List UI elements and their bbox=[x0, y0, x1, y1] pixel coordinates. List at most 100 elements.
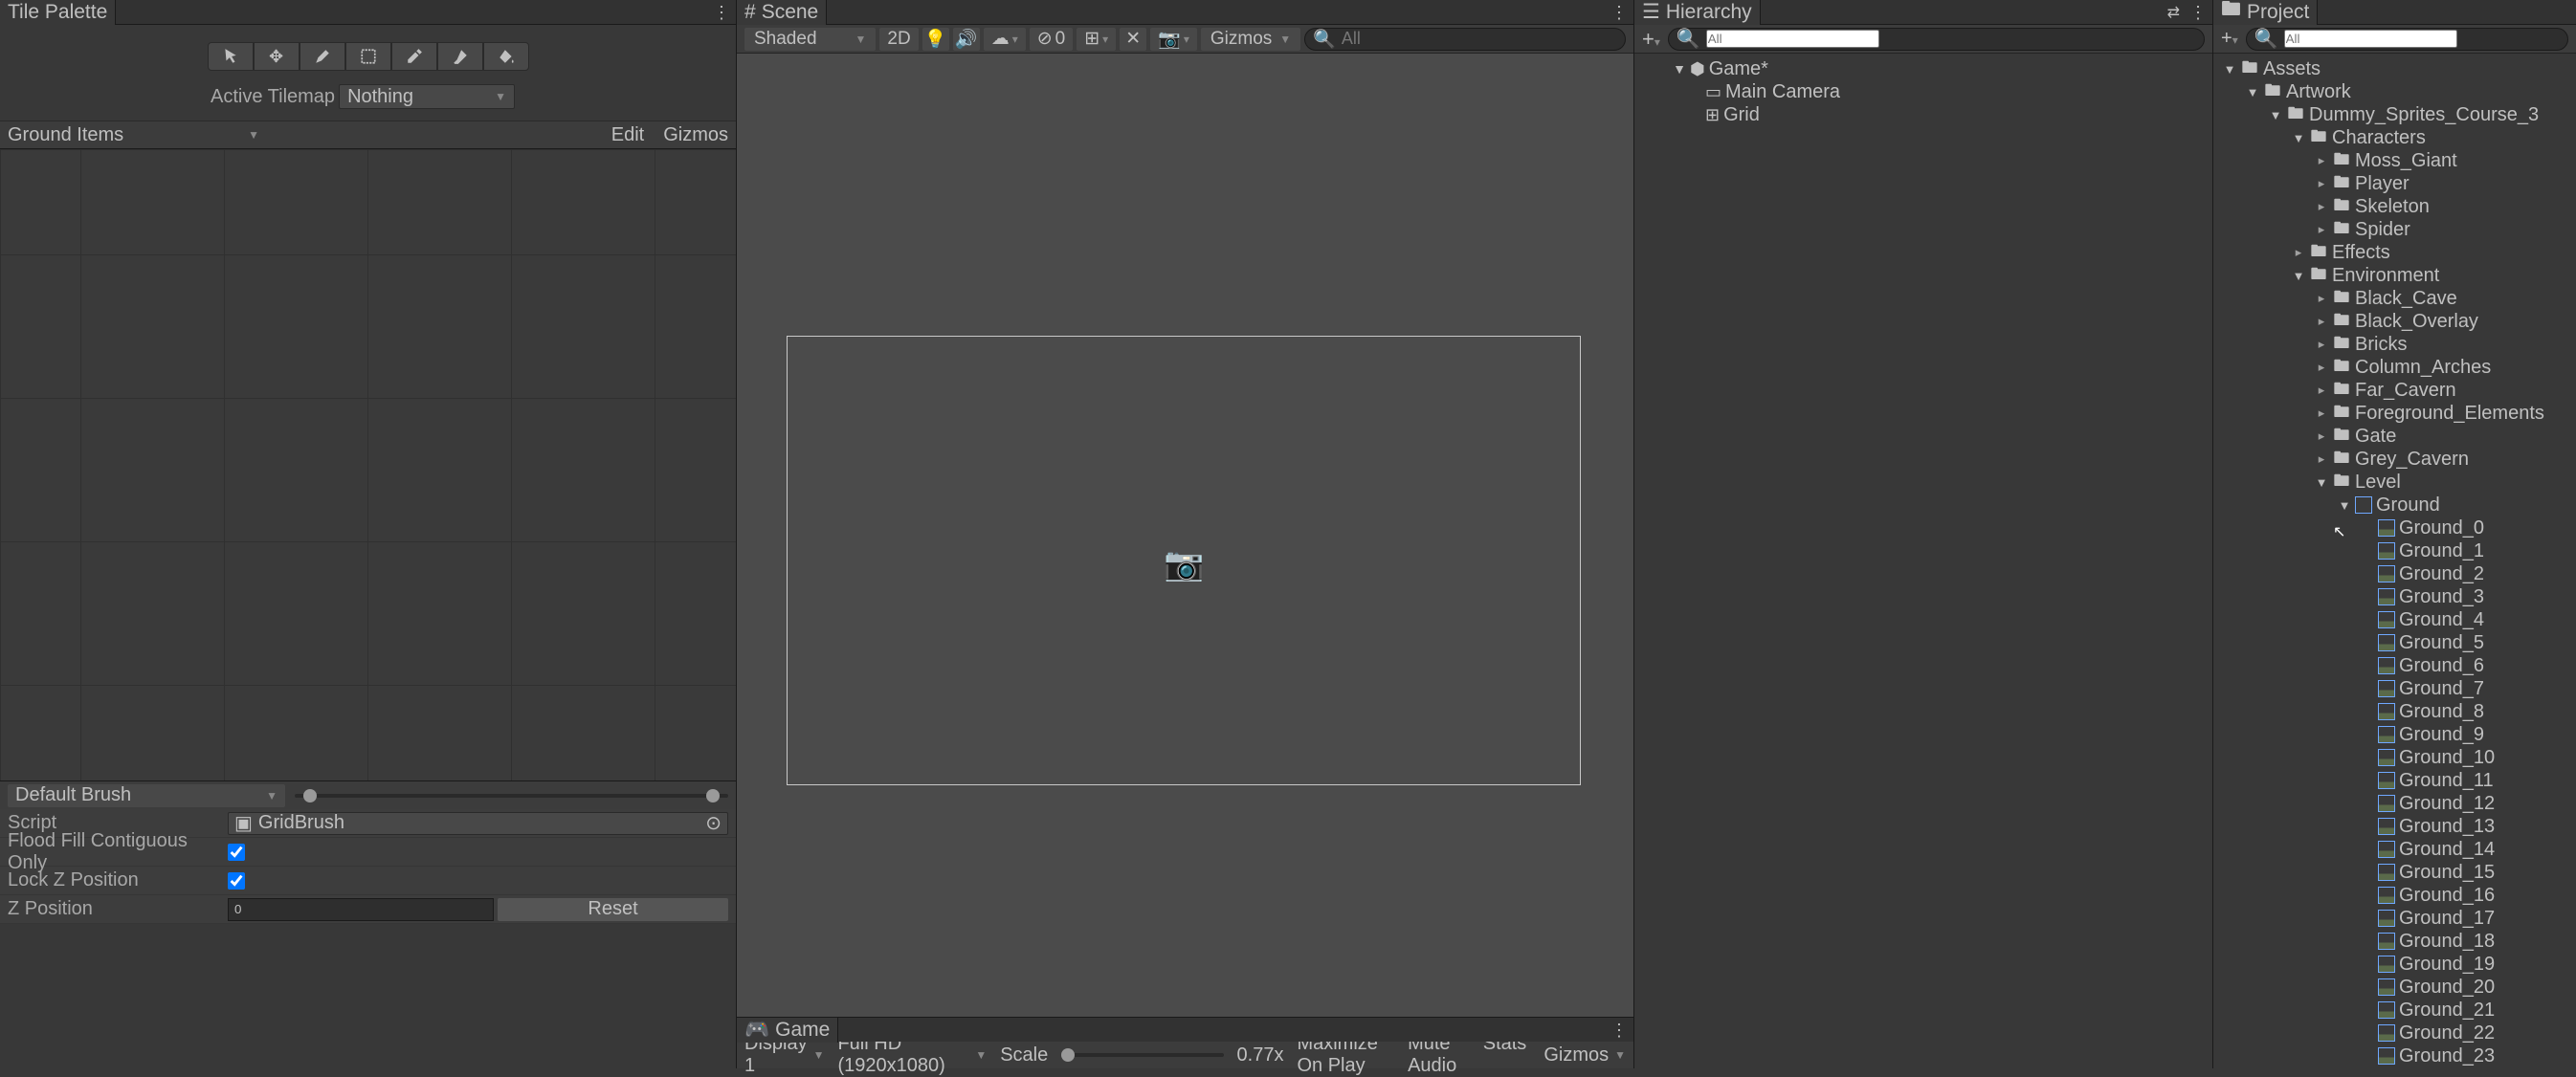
fold-icon[interactable]: ▸ bbox=[2315, 199, 2328, 214]
tab-tile-palette[interactable]: Tile Palette bbox=[0, 0, 116, 25]
box-tool-button[interactable] bbox=[345, 42, 391, 71]
fold-icon[interactable]: ▸ bbox=[2315, 153, 2328, 168]
project-tree-item[interactable]: ▼🖿Dummy_Sprites_Course_3 bbox=[2213, 103, 2576, 126]
project-tree-item[interactable]: ▸🖿Effects bbox=[2213, 241, 2576, 264]
ground-sprite[interactable]: Ground_6 bbox=[2213, 654, 2576, 677]
scene-row[interactable]: ▼ ⬢ Game* ⋮ bbox=[1634, 57, 2212, 80]
ground-sprite[interactable]: Ground_19 bbox=[2213, 953, 2576, 976]
object-picker-icon[interactable]: ⊙ bbox=[705, 811, 722, 835]
eraser-tool-button[interactable] bbox=[437, 42, 483, 71]
project-tree-item[interactable]: ▸🖿Spider bbox=[2213, 218, 2576, 241]
hierarchy-item[interactable]: ▭ Main Camera bbox=[1634, 80, 2212, 103]
ground-sprite[interactable]: Ground_11 bbox=[2213, 769, 2576, 792]
ground-sprite[interactable]: Ground_13 bbox=[2213, 815, 2576, 838]
ground-sprite[interactable]: Ground_15 bbox=[2213, 861, 2576, 884]
ground-sprite[interactable]: Ground_17 bbox=[2213, 907, 2576, 930]
fold-icon[interactable]: ▸ bbox=[2315, 406, 2328, 421]
gizmos-toggle[interactable]: Gizmos bbox=[663, 124, 728, 146]
fx-dropdown[interactable]: ☁▾ bbox=[984, 28, 1026, 51]
gizmos-dropdown[interactable]: Gizmos▼ bbox=[1201, 28, 1300, 51]
project-tree-item[interactable]: ▸🖿Far_Cavern bbox=[2213, 379, 2576, 402]
fold-icon[interactable]: ▸ bbox=[2315, 337, 2328, 352]
fold-icon[interactable]: ▼ bbox=[2246, 85, 2259, 99]
fold-icon[interactable]: ▼ bbox=[1673, 61, 1686, 77]
fold-icon[interactable]: ▼ bbox=[2223, 62, 2236, 77]
fold-icon[interactable]: ▼ bbox=[2315, 475, 2328, 490]
fold-icon[interactable]: ▸ bbox=[2315, 360, 2328, 375]
project-tree-item[interactable]: ▸🖿Skeleton bbox=[2213, 195, 2576, 218]
fold-icon[interactable]: ▸ bbox=[2315, 314, 2328, 329]
panel-menu-icon[interactable]: ⋮ bbox=[713, 0, 730, 25]
panel-menu-icon[interactable]: ⋮ bbox=[2189, 0, 2207, 25]
grid-dropdown[interactable]: ⊞▾ bbox=[1077, 28, 1116, 51]
audio-toggle[interactable]: 🔊 bbox=[953, 28, 980, 51]
fold-icon[interactable]: ▼ bbox=[2292, 131, 2305, 145]
reset-button[interactable]: Reset bbox=[498, 898, 728, 921]
project-tree-item[interactable]: ▸🖿Black_Overlay bbox=[2213, 310, 2576, 333]
ground-sprite[interactable]: Ground_7 bbox=[2213, 677, 2576, 700]
ground-sprite[interactable]: Ground_23 bbox=[2213, 1044, 2576, 1067]
ground-sprite[interactable]: Ground_10 bbox=[2213, 746, 2576, 769]
ground-sprite[interactable]: Ground_1 bbox=[2213, 539, 2576, 562]
project-tree-item[interactable]: ▸🖿Player bbox=[2213, 172, 2576, 195]
ground-sprite[interactable]: Ground_18 bbox=[2213, 930, 2576, 953]
project-tree-item[interactable]: ▸🖿Grey_Cavern bbox=[2213, 448, 2576, 471]
fold-icon[interactable]: ▸ bbox=[2315, 451, 2328, 467]
ground-sprite[interactable]: Ground_20 bbox=[2213, 976, 2576, 999]
ground-sprite[interactable]: Ground_12 bbox=[2213, 792, 2576, 815]
link-icon[interactable]: ⇄ bbox=[2167, 0, 2180, 25]
project-tree-item[interactable]: ▸🖿Foreground_Elements bbox=[2213, 402, 2576, 425]
hierarchy-search[interactable]: 🔍 bbox=[1668, 28, 2205, 51]
shading-mode-dropdown[interactable]: Shaded ▼ bbox=[744, 28, 876, 51]
fold-icon[interactable]: ▸ bbox=[2292, 245, 2305, 260]
project-tree-item[interactable]: ▸🖿Black_Cave bbox=[2213, 287, 2576, 310]
fold-icon[interactable]: ▸ bbox=[2315, 291, 2328, 306]
scene-viewport[interactable]: 📷 bbox=[737, 54, 1633, 1017]
ground-sprite[interactable]: Ground_8 bbox=[2213, 700, 2576, 723]
ground-sprite[interactable]: Ground_4 bbox=[2213, 608, 2576, 631]
2d-toggle[interactable]: 2D bbox=[879, 28, 918, 51]
project-search[interactable]: 🔍 bbox=[2246, 28, 2568, 51]
project-tree-item[interactable]: ▼🖿Environment bbox=[2213, 264, 2576, 287]
panel-menu-icon[interactable]: ⋮ bbox=[1610, 0, 1628, 25]
camera-dropdown[interactable]: 📷▾ bbox=[1150, 28, 1197, 51]
fill-tool-button[interactable] bbox=[483, 42, 529, 71]
scene-search[interactable]: 🔍 bbox=[1304, 28, 1626, 51]
ground-sprite[interactable]: Ground_9 bbox=[2213, 723, 2576, 746]
scale-slider[interactable] bbox=[1061, 1053, 1223, 1057]
hidden-objects[interactable]: ⊘0 bbox=[1030, 28, 1074, 51]
ground-texture[interactable]: ▼Ground bbox=[2213, 494, 2576, 517]
assets-folder[interactable]: ▼🖿Assets bbox=[2213, 57, 2576, 80]
project-tree-item[interactable]: ▼🖿Artwork bbox=[2213, 80, 2576, 103]
tab-hierarchy[interactable]: ☰ Hierarchy bbox=[1634, 0, 1761, 25]
hierarchy-search-input[interactable] bbox=[1706, 30, 1879, 48]
move-tool-button[interactable]: ✥ bbox=[254, 42, 300, 71]
project-tree-item[interactable]: ▼🖿Characters bbox=[2213, 126, 2576, 149]
flood-fill-checkbox[interactable] bbox=[228, 844, 245, 861]
tab-scene[interactable]: # Scene bbox=[737, 0, 827, 25]
lock-z-checkbox[interactable] bbox=[228, 872, 245, 890]
ground-sprite[interactable]: Ground_22 bbox=[2213, 1022, 2576, 1044]
ground-sprite[interactable]: Ground_16 bbox=[2213, 884, 2576, 907]
ground-sprite[interactable]: Ground_3 bbox=[2213, 585, 2576, 608]
project-tree-item[interactable]: ▸🖿Column_Arches bbox=[2213, 356, 2576, 379]
fold-icon[interactable]: ▸ bbox=[2315, 222, 2328, 237]
project-search-input[interactable] bbox=[2284, 30, 2457, 48]
project-tree-item[interactable]: ▼🖿Level bbox=[2213, 471, 2576, 494]
tab-project[interactable]: 🖿 Project bbox=[2213, 0, 2318, 25]
create-dropdown[interactable]: +▾ bbox=[1642, 27, 1660, 52]
fold-icon[interactable]: ▸ bbox=[2315, 429, 2328, 444]
tools-button[interactable]: ✕ bbox=[1120, 28, 1146, 51]
ground-sprite[interactable]: Ground_5 bbox=[2213, 631, 2576, 654]
select-tool-button[interactable] bbox=[208, 42, 254, 71]
project-tree-item[interactable]: ▸🖿Gate bbox=[2213, 425, 2576, 448]
ground-sprite[interactable]: Ground_0 bbox=[2213, 517, 2576, 539]
fold-icon[interactable]: ▼ bbox=[2269, 108, 2282, 122]
fold-icon[interactable]: ▼ bbox=[2292, 269, 2305, 283]
panel-menu-icon[interactable]: ⋮ bbox=[1610, 1018, 1628, 1043]
z-position-field[interactable] bbox=[228, 898, 494, 921]
fold-icon[interactable]: ▼ bbox=[2338, 498, 2351, 513]
active-tilemap-dropdown[interactable]: Nothing ▼ bbox=[339, 84, 515, 109]
camera-gizmo-icon[interactable]: 📷 bbox=[1164, 545, 1204, 583]
project-tree-item[interactable]: ▸🖿Moss_Giant bbox=[2213, 149, 2576, 172]
